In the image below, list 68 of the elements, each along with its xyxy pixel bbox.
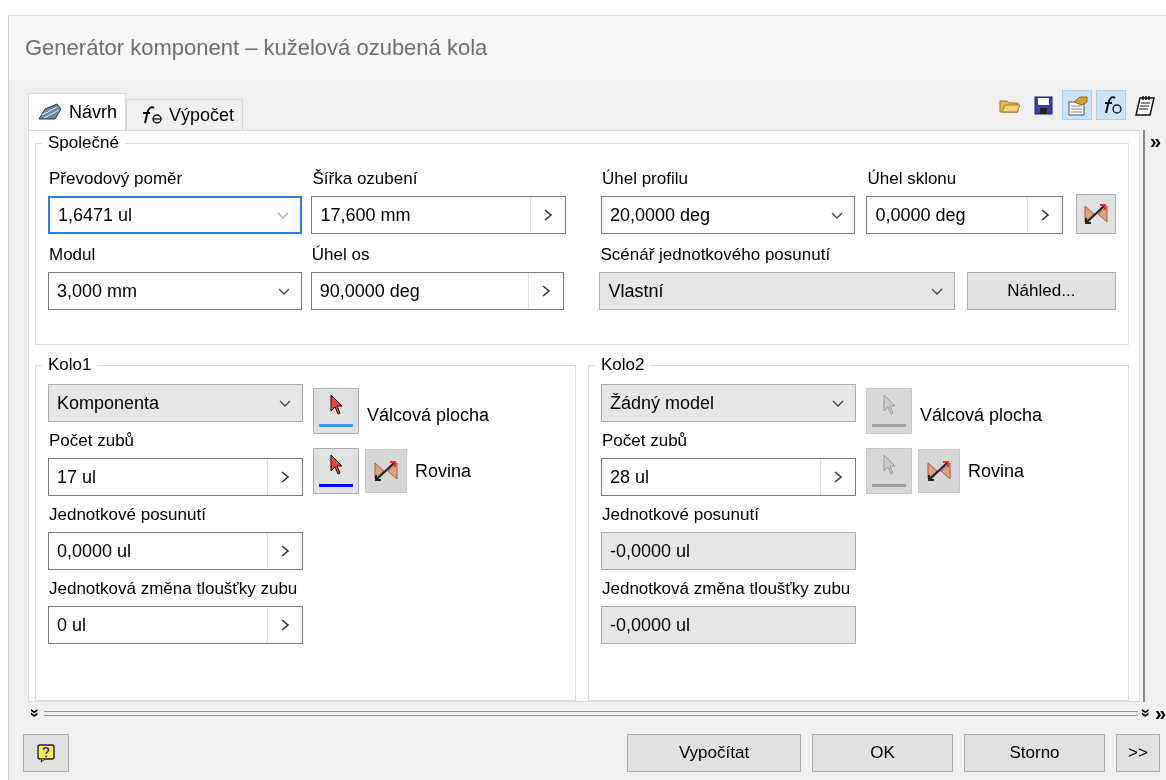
- expand-toggle[interactable]: »: [1149, 130, 1162, 702]
- flip-button[interactable]: [1076, 194, 1116, 234]
- chevron-right-icon: [280, 618, 290, 632]
- chevron-right-icon: [541, 284, 552, 298]
- field-label: Scénář jednotkového posunutí: [599, 244, 832, 266]
- field-label: Jednotková změna tloušťky zubu: [601, 578, 852, 600]
- expand-toggle[interactable]: »: [1154, 702, 1166, 724]
- flip-icon: [925, 458, 953, 484]
- flip-icon: [372, 458, 400, 484]
- collapse-toggle[interactable]: »: [24, 708, 47, 718]
- input-field[interactable]: 0,0000 ul: [48, 532, 303, 570]
- select-button[interactable]: [313, 388, 359, 434]
- tab[interactable]: Návrh: [28, 93, 126, 130]
- toolbar-button[interactable]: [1096, 90, 1126, 120]
- group-title: Společné: [42, 133, 125, 153]
- input-field[interactable]: 0 ul: [48, 606, 303, 644]
- input-field[interactable]: 28 ul: [601, 458, 856, 496]
- help-icon: [36, 743, 56, 763]
- input-field[interactable]: 0,0000 deg: [866, 196, 1064, 234]
- dropdown[interactable]: Vlastní: [599, 272, 955, 310]
- field-label: Převodový poměr: [48, 168, 184, 190]
- plane-button[interactable]: [365, 449, 407, 493]
- window-title: Generátor komponent – kuželová ozubená kola: [25, 35, 488, 61]
- input-field[interactable]: 17,600 mm: [311, 196, 566, 234]
- dialog-button[interactable]: OK: [812, 734, 953, 772]
- chevron-right-icon: [833, 470, 843, 484]
- dialog-icon: [1066, 94, 1088, 116]
- dialog-button[interactable]: Storno: [964, 734, 1105, 772]
- help-button[interactable]: [23, 734, 69, 772]
- cursor-icon: [880, 393, 898, 415]
- chevron-right-icon: [542, 208, 553, 222]
- chevron-right-icon: [280, 470, 290, 484]
- tab[interactable]: Výpočet: [126, 99, 244, 130]
- dialog-button[interactable]: Vypočítat: [627, 734, 801, 772]
- dropdown[interactable]: 1,6471 ul: [48, 196, 303, 234]
- readonly-field: -0,0000 ul: [601, 606, 856, 644]
- readonly-field: -0,0000 ul: [601, 532, 856, 570]
- pick-label: Rovina: [967, 460, 1025, 482]
- input-field[interactable]: 90,0000 deg: [310, 272, 565, 310]
- cursor-icon: [327, 393, 345, 415]
- field-label: Úhel profilu: [600, 168, 689, 190]
- cursor-icon: [880, 453, 898, 475]
- preview-button[interactable]: Náhled...: [966, 272, 1116, 310]
- field-label: Počet zubů: [601, 430, 689, 452]
- select-button[interactable]: [313, 448, 359, 494]
- field-label: Jednotkové posunutí: [601, 504, 760, 526]
- field-label: Počet zubů: [48, 430, 136, 452]
- dropdown[interactable]: 3,000 mm: [48, 272, 302, 310]
- notepad-icon: [1134, 94, 1156, 116]
- dropdown[interactable]: 20,0000 deg: [600, 196, 856, 234]
- flip-icon: [1082, 201, 1110, 227]
- pick-label: Rovina: [414, 460, 472, 482]
- cursor-icon: [327, 453, 345, 475]
- field-label: Modul: [48, 244, 97, 266]
- chevron-right-icon: [1040, 208, 1051, 222]
- plane-button[interactable]: [918, 449, 960, 493]
- field-label: Šířka ozubení: [311, 168, 419, 190]
- dialog-button[interactable]: >>: [1116, 734, 1160, 772]
- field-label: Jednotkové posunutí: [48, 504, 207, 526]
- field-label: Úhel sklonu: [866, 168, 958, 190]
- chevron-right-icon: [280, 544, 290, 558]
- dropdown[interactable]: Žádný model: [601, 384, 856, 422]
- dropdown[interactable]: Komponenta: [48, 384, 303, 422]
- field-label: Úhel os: [310, 244, 371, 266]
- field-label: Jednotková změna tloušťky zubu: [48, 578, 299, 600]
- pick-label: Válcová plocha: [366, 404, 490, 426]
- pick-label: Válcová plocha: [919, 404, 1043, 426]
- input-field[interactable]: 17 ul: [48, 458, 303, 496]
